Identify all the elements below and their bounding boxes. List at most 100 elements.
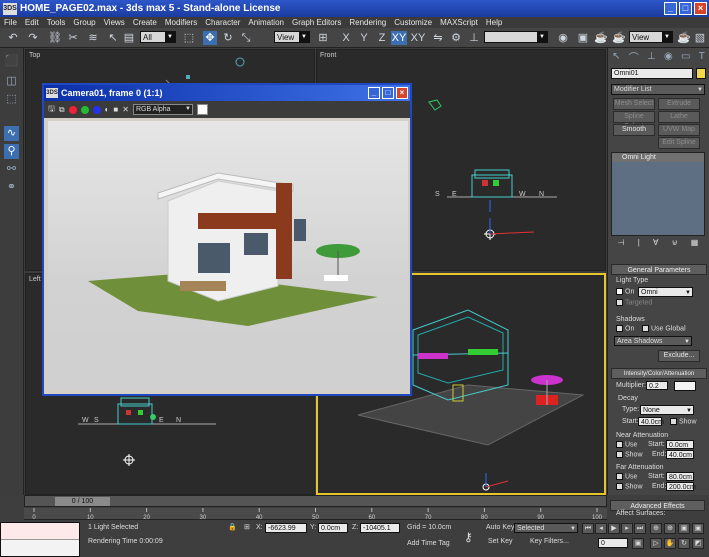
shadow-type-dropdown[interactable]: Area Shadows ▼ [614, 336, 692, 346]
far-end-spinner[interactable]: 200.0cm [666, 482, 696, 491]
menu-modifiers[interactable]: Modifiers [161, 18, 201, 27]
axis-xy-button[interactable]: XY [391, 31, 407, 45]
field-of-view-icon[interactable]: ▷ [650, 538, 662, 549]
channel-dropdown[interactable]: RGB Alpha ▼ [132, 104, 193, 115]
multiplier-spinner[interactable]: 0.2 [646, 381, 668, 390]
show-end-result-icon[interactable]: | [638, 238, 640, 250]
far-start-spinner[interactable]: 80.0cm [666, 472, 694, 481]
exclude-button[interactable]: Exclude... [658, 350, 700, 362]
zoom-extents-icon[interactable]: ▣ [678, 523, 690, 534]
menu-tools[interactable]: Tools [43, 18, 70, 27]
render-minimize-button[interactable]: _ [368, 87, 380, 99]
link-icon[interactable]: ∿ [4, 126, 19, 141]
render-type-icon[interactable]: ☕ [612, 31, 626, 45]
select-link-icon[interactable]: ⛓ [48, 31, 62, 45]
green-channel-button[interactable] [80, 105, 89, 114]
zoom-all-icon[interactable]: ⊕ [664, 523, 676, 534]
far-use-checkbox[interactable]: Use [616, 473, 637, 480]
time-config-icon[interactable]: ▣ [632, 538, 644, 549]
smooth-button[interactable]: Smooth [613, 124, 655, 136]
maximize-viewport-icon[interactable]: ◩ [692, 538, 704, 549]
blue-channel-button[interactable] [92, 105, 101, 114]
previous-frame-icon[interactable]: ◂ [595, 523, 607, 534]
render-view-dropdown[interactable]: View ▼ [629, 31, 673, 43]
arc-rotate-icon[interactable]: ↻ [678, 538, 690, 549]
clone-icon[interactable]: ⧉ [59, 105, 65, 115]
create-tab-icon[interactable]: ↖ [612, 51, 620, 62]
pin-stack-icon[interactable]: ⊣ [618, 238, 625, 250]
maxscript-listener[interactable] [0, 522, 80, 557]
menu-character[interactable]: Character [201, 18, 244, 27]
scale-icon[interactable]: ⤡ [239, 31, 253, 45]
track-bar[interactable]: 0 10 20 30 40 50 60 70 80 90 100 [24, 508, 607, 521]
axis-y-button[interactable]: Y [357, 31, 371, 45]
utilities-tab-icon[interactable]: T [699, 51, 705, 62]
align-icon[interactable]: ⊥ [467, 31, 481, 45]
array-icon[interactable]: ⚙ [449, 31, 463, 45]
color-swatch[interactable] [196, 104, 208, 115]
time-slider[interactable]: 0 / 100 [55, 497, 110, 506]
add-time-tag[interactable]: Add Time Tag [407, 540, 450, 547]
region-select-icon[interactable]: ⬚ [182, 31, 196, 45]
zoom-icon[interactable]: ⊕ [650, 523, 662, 534]
menu-edit[interactable]: Edit [21, 18, 43, 27]
selection-filter-dropdown[interactable]: All ▼ [140, 31, 176, 43]
x-coordinate-field[interactable]: -6623.99 [265, 523, 307, 533]
lathe-button[interactable]: Lathe [658, 111, 700, 123]
menu-help[interactable]: Help [482, 18, 506, 27]
pivot-center-icon[interactable]: ⊞ [316, 31, 330, 45]
set-key-button[interactable]: Set Key [488, 538, 513, 545]
box-icon[interactable]: ⬛ [4, 54, 19, 69]
mono-icon[interactable]: ■ [113, 105, 118, 114]
hierarchy-tab-icon[interactable]: ⊥ [647, 51, 656, 62]
light-on-checkbox[interactable]: On [616, 288, 634, 295]
rotate-icon[interactable]: ↻ [221, 31, 235, 45]
ik-icon[interactable]: ⚯ [4, 162, 19, 177]
key-mode-dropdown[interactable]: Selected ▼ [514, 523, 578, 533]
absolute-mode-icon[interactable]: ⊞ [244, 523, 250, 531]
clear-icon[interactable]: ✕ [122, 105, 129, 114]
spline-select-button[interactable]: Spline Select [613, 111, 655, 130]
render-maximize-button[interactable]: □ [382, 87, 394, 99]
extrude-button[interactable]: Extrude [658, 98, 700, 110]
shadows-on-checkbox[interactable]: On [616, 325, 634, 332]
time-slider-track[interactable]: 0 / 100 [24, 495, 607, 507]
axis-x-button[interactable]: X [339, 31, 353, 45]
near-show-checkbox[interactable]: Show [616, 451, 643, 458]
bind-space-warp-icon[interactable]: ≋ [86, 31, 100, 45]
object-color-swatch[interactable] [696, 68, 706, 79]
pan-icon[interactable]: ✋ [664, 538, 676, 549]
cylinder-icon[interactable]: ◫ [4, 74, 19, 89]
light-type-dropdown[interactable]: Omni ▼ [638, 287, 693, 297]
near-start-spinner[interactable]: 0.0cm [666, 440, 694, 449]
menu-file[interactable]: File [0, 18, 21, 27]
play-icon[interactable]: ▶ [608, 523, 620, 534]
undo-icon[interactable]: ↶ [6, 31, 20, 45]
axis-xy-alt-button[interactable]: XY [410, 31, 426, 45]
near-end-spinner[interactable]: 40.0cm [666, 450, 694, 459]
menu-animation[interactable]: Animation [244, 18, 288, 27]
stack-item-omni-light[interactable]: Omni Light [612, 153, 704, 162]
close-button[interactable]: × [694, 2, 707, 15]
object-name-field[interactable]: Omni01 [611, 68, 693, 79]
uvw-map-button[interactable]: UVW Map [658, 124, 700, 136]
menu-rendering[interactable]: Rendering [345, 18, 390, 27]
move-icon[interactable]: ✥ [203, 31, 217, 45]
light-color-swatch[interactable] [674, 381, 696, 391]
material-editor-icon[interactable]: ◉ [556, 31, 570, 45]
decay-show-checkbox[interactable]: Show [670, 418, 697, 425]
unlink-icon[interactable]: ✂ [66, 31, 80, 45]
render-frame-window[interactable]: 3DS Camera01, frame 0 (1:1) _ □ × 🖫 ⧉ ◐ … [42, 83, 412, 396]
decay-start-spinner[interactable]: 40.0cm [638, 417, 664, 426]
motion-tab-icon[interactable]: ◉ [664, 51, 673, 62]
maxscript-macro-recorder[interactable] [1, 523, 79, 540]
cube-icon[interactable]: ⬚ [4, 92, 19, 107]
modifier-list-dropdown[interactable]: Modifier List ▼ [611, 84, 705, 95]
remove-modifier-icon[interactable]: ⊌ [672, 238, 678, 250]
make-unique-icon[interactable]: ∀ [653, 238, 658, 250]
current-frame-field[interactable]: 0 [598, 538, 628, 548]
save-bitmap-icon[interactable]: 🖫 [48, 103, 55, 117]
maximize-button[interactable]: □ [679, 2, 692, 15]
select-by-name-icon[interactable]: ▤ [122, 31, 136, 45]
menu-group[interactable]: Group [69, 18, 99, 27]
